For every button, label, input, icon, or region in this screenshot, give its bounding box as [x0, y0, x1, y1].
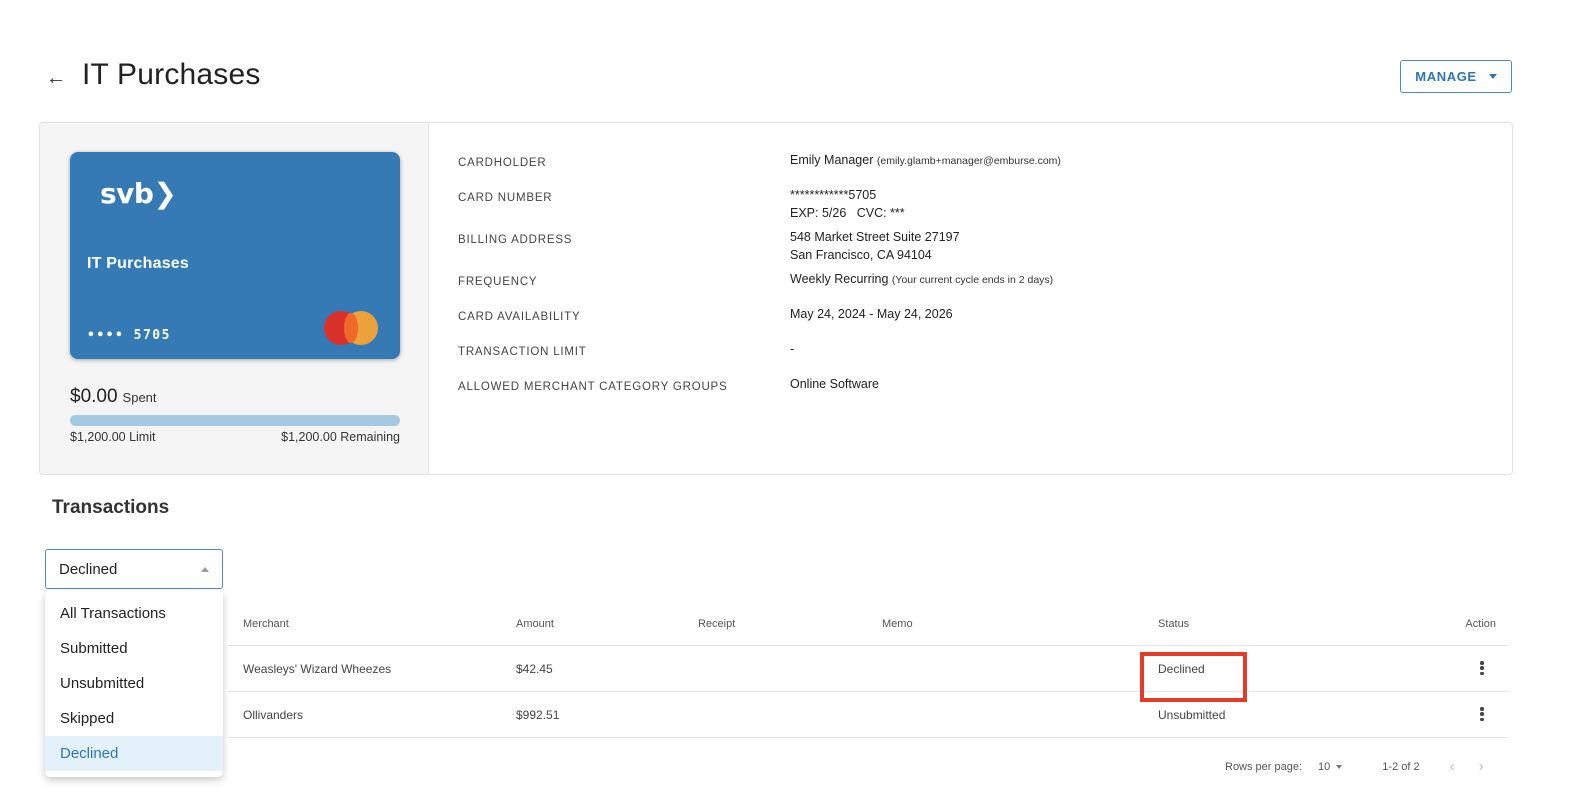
transaction-filter-menu: All Transactions Submitted Unsubmitted S…	[45, 590, 223, 777]
cardholder-name: Emily Manager	[790, 153, 874, 167]
transaction-filter-select[interactable]: Declined	[45, 549, 223, 589]
detail-value: 548 Market Street Suite 27197 San Francis…	[790, 228, 960, 264]
detail-label: FREQUENCY	[458, 276, 538, 288]
detail-value: -	[790, 342, 795, 356]
caret-up-icon	[201, 567, 209, 572]
detail-value: Emily Manager (emily.glamb+manager@embur…	[790, 151, 1061, 170]
transactions-table: Merchant Amount Receipt Memo Status Acti…	[228, 606, 1508, 738]
detail-label: ALLOWED MERCHANT CATEGORY GROUPS	[458, 381, 728, 393]
column-header-action: Action	[1465, 618, 1496, 630]
address-line-2: San Francisco, CA 94104	[790, 248, 932, 262]
card-summary: svb❯ IT Purchases •••• 5705 $0.00 Spent …	[40, 123, 429, 474]
detail-label: BILLING ADDRESS	[458, 234, 573, 246]
merchant-cell: Weasleys' Wizard Wheezes	[243, 662, 392, 676]
table-header-row: Merchant Amount Receipt Memo Status Acti…	[228, 606, 1508, 646]
card-name: IT Purchases	[87, 255, 190, 272]
detail-value: ************5705 EXP: 5/26 CVC: ***	[790, 186, 905, 222]
spent-summary: $0.00 Spent	[70, 386, 157, 408]
table-row[interactable]: Weasleys' Wizard Wheezes $42.45 Declined	[228, 646, 1508, 702]
page-header: ← IT Purchases	[46, 58, 261, 92]
filter-option-declined[interactable]: Declined	[45, 736, 223, 771]
rows-per-page-label: Rows per page:	[1225, 760, 1303, 773]
caret-down-icon	[1336, 764, 1343, 769]
detail-label: CARD AVAILABILITY	[458, 311, 581, 323]
credit-card-visual: svb❯ IT Purchases •••• 5705	[70, 152, 400, 359]
merchant-cell: Ollivanders	[243, 708, 304, 722]
back-arrow-icon[interactable]: ←	[46, 68, 68, 88]
rows-per-page-value: 10	[1318, 760, 1331, 773]
manage-button-label: MANAGE	[1415, 69, 1477, 84]
card-details-panel: svb❯ IT Purchases •••• 5705 $0.00 Spent …	[39, 122, 1513, 475]
column-header-amount[interactable]: Amount	[516, 618, 554, 630]
table-row[interactable]: Ollivanders $992.51 Unsubmitted	[228, 692, 1508, 738]
card-details-list: CARDHOLDER Emily Manager (emily.glamb+ma…	[429, 123, 1512, 474]
page-range: 1-2 of 2	[1382, 760, 1420, 773]
mastercard-logo-icon	[324, 311, 380, 345]
transactions-heading: Transactions	[52, 497, 170, 518]
caret-down-icon	[1488, 74, 1497, 79]
filter-option-all-transactions[interactable]: All Transactions	[45, 596, 223, 631]
card-masked-number: •••• 5705	[87, 328, 171, 343]
detail-value: Online Software	[790, 377, 879, 391]
prev-page-icon[interactable]: ‹	[1450, 758, 1455, 775]
column-header-status[interactable]: Status	[1158, 618, 1189, 630]
frequency-value: Weekly Recurring	[790, 272, 889, 286]
pagination: Rows per page: 10 1-2 of 2 ‹ ›	[1225, 758, 1508, 775]
detail-label: CARD NUMBER	[458, 192, 553, 204]
spend-progress-bar	[70, 415, 400, 426]
status-cell: Unsubmitted	[1158, 708, 1226, 722]
more-actions-icon[interactable]	[1480, 658, 1484, 678]
filter-option-unsubmitted[interactable]: Unsubmitted	[45, 666, 223, 701]
column-header-merchant[interactable]: Merchant	[243, 618, 289, 630]
amount-cell: $992.51	[516, 708, 560, 722]
bank-logo: svb❯	[100, 177, 177, 210]
frequency-note: (Your current cycle ends in 2 days)	[891, 274, 1054, 286]
filter-option-skipped[interactable]: Skipped	[45, 701, 223, 736]
column-header-receipt[interactable]: Receipt	[698, 618, 735, 630]
spent-amount: $0.00	[70, 386, 118, 407]
next-page-icon[interactable]: ›	[1479, 758, 1484, 775]
exp-cvc-value: EXP: 5/26 CVC: ***	[790, 206, 905, 220]
limit-text: $1,200.00 Limit	[70, 430, 156, 444]
manage-button[interactable]: MANAGE	[1400, 60, 1512, 93]
cardholder-email: (emily.glamb+manager@emburse.com)	[876, 155, 1061, 167]
page-title: IT Purchases	[82, 58, 261, 91]
detail-value: Weekly Recurring (Your current cycle end…	[790, 270, 1053, 289]
detail-value: May 24, 2024 - May 24, 2026	[790, 307, 953, 321]
more-actions-icon[interactable]	[1480, 704, 1484, 724]
spent-label: Spent	[122, 390, 157, 405]
filter-selected-value: Declined	[59, 560, 118, 578]
remaining-text: $1,200.00 Remaining	[281, 430, 400, 444]
address-line-1: 548 Market Street Suite 27197	[790, 230, 960, 244]
rows-per-page-select[interactable]: 10	[1318, 760, 1343, 773]
amount-cell: $42.45	[516, 662, 553, 676]
detail-label: TRANSACTION LIMIT	[458, 346, 587, 358]
filter-option-submitted[interactable]: Submitted	[45, 631, 223, 666]
column-header-memo[interactable]: Memo	[882, 618, 913, 630]
detail-label: CARDHOLDER	[458, 157, 547, 169]
card-number-value: ************5705	[790, 188, 877, 202]
